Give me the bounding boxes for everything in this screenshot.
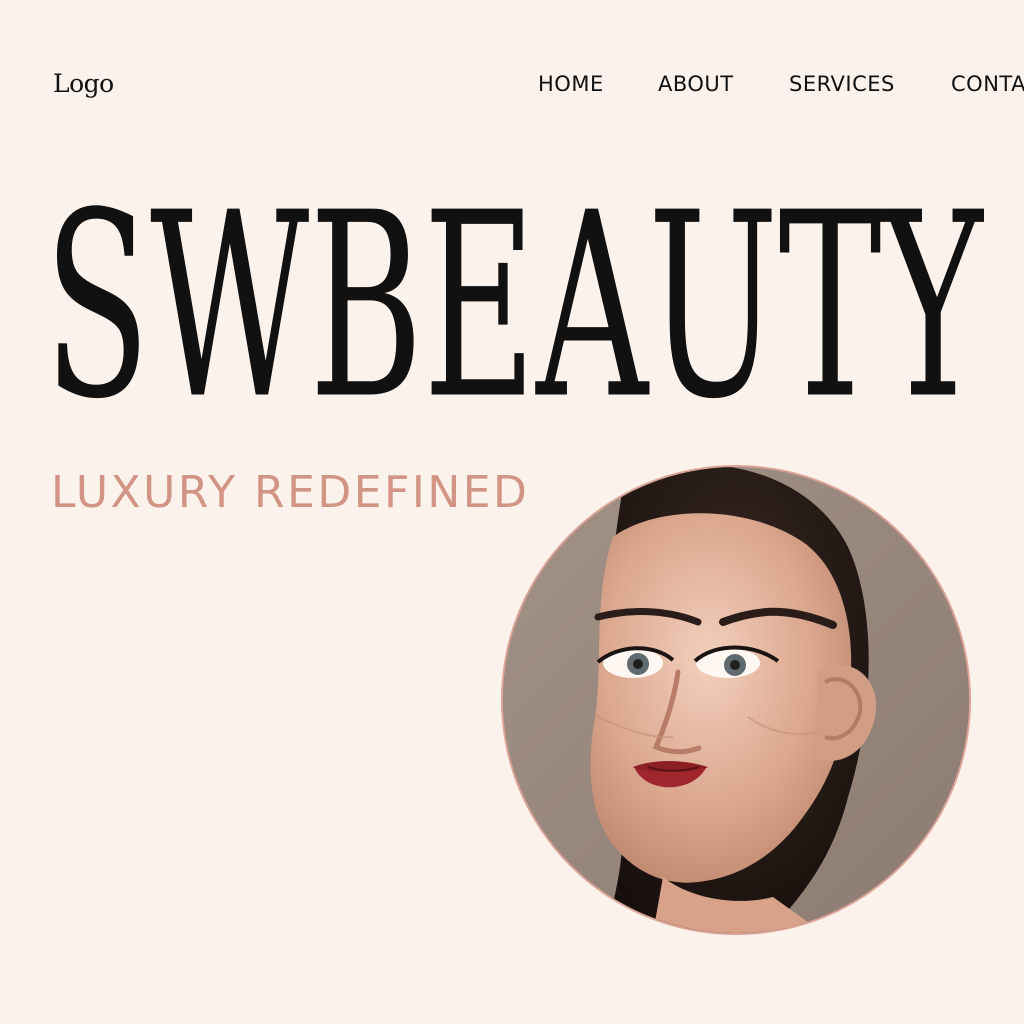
portrait-photo (503, 467, 969, 933)
brand-heading: SWBEAUTY (44, 182, 984, 462)
landing-page: Logo HOME ABOUT SERVICES CONTACT SWBEAUT… (0, 0, 1024, 1024)
brand-wordmark: SWBEAUTY (44, 182, 984, 455)
nav-contact-link[interactable]: CONTACT (951, 74, 1024, 95)
brand-text: SWBEAUTY (44, 182, 984, 455)
nav-home-link[interactable]: HOME (538, 74, 604, 95)
tagline: LUXURY REDEFINED (51, 467, 530, 518)
nav-services-link[interactable]: SERVICES (789, 74, 895, 95)
nav-about-link[interactable]: ABOUT (658, 74, 734, 95)
portrait-illustration (503, 467, 969, 933)
logo[interactable]: Logo (53, 71, 114, 96)
main-nav: HOME ABOUT SERVICES CONTACT (538, 74, 1024, 104)
